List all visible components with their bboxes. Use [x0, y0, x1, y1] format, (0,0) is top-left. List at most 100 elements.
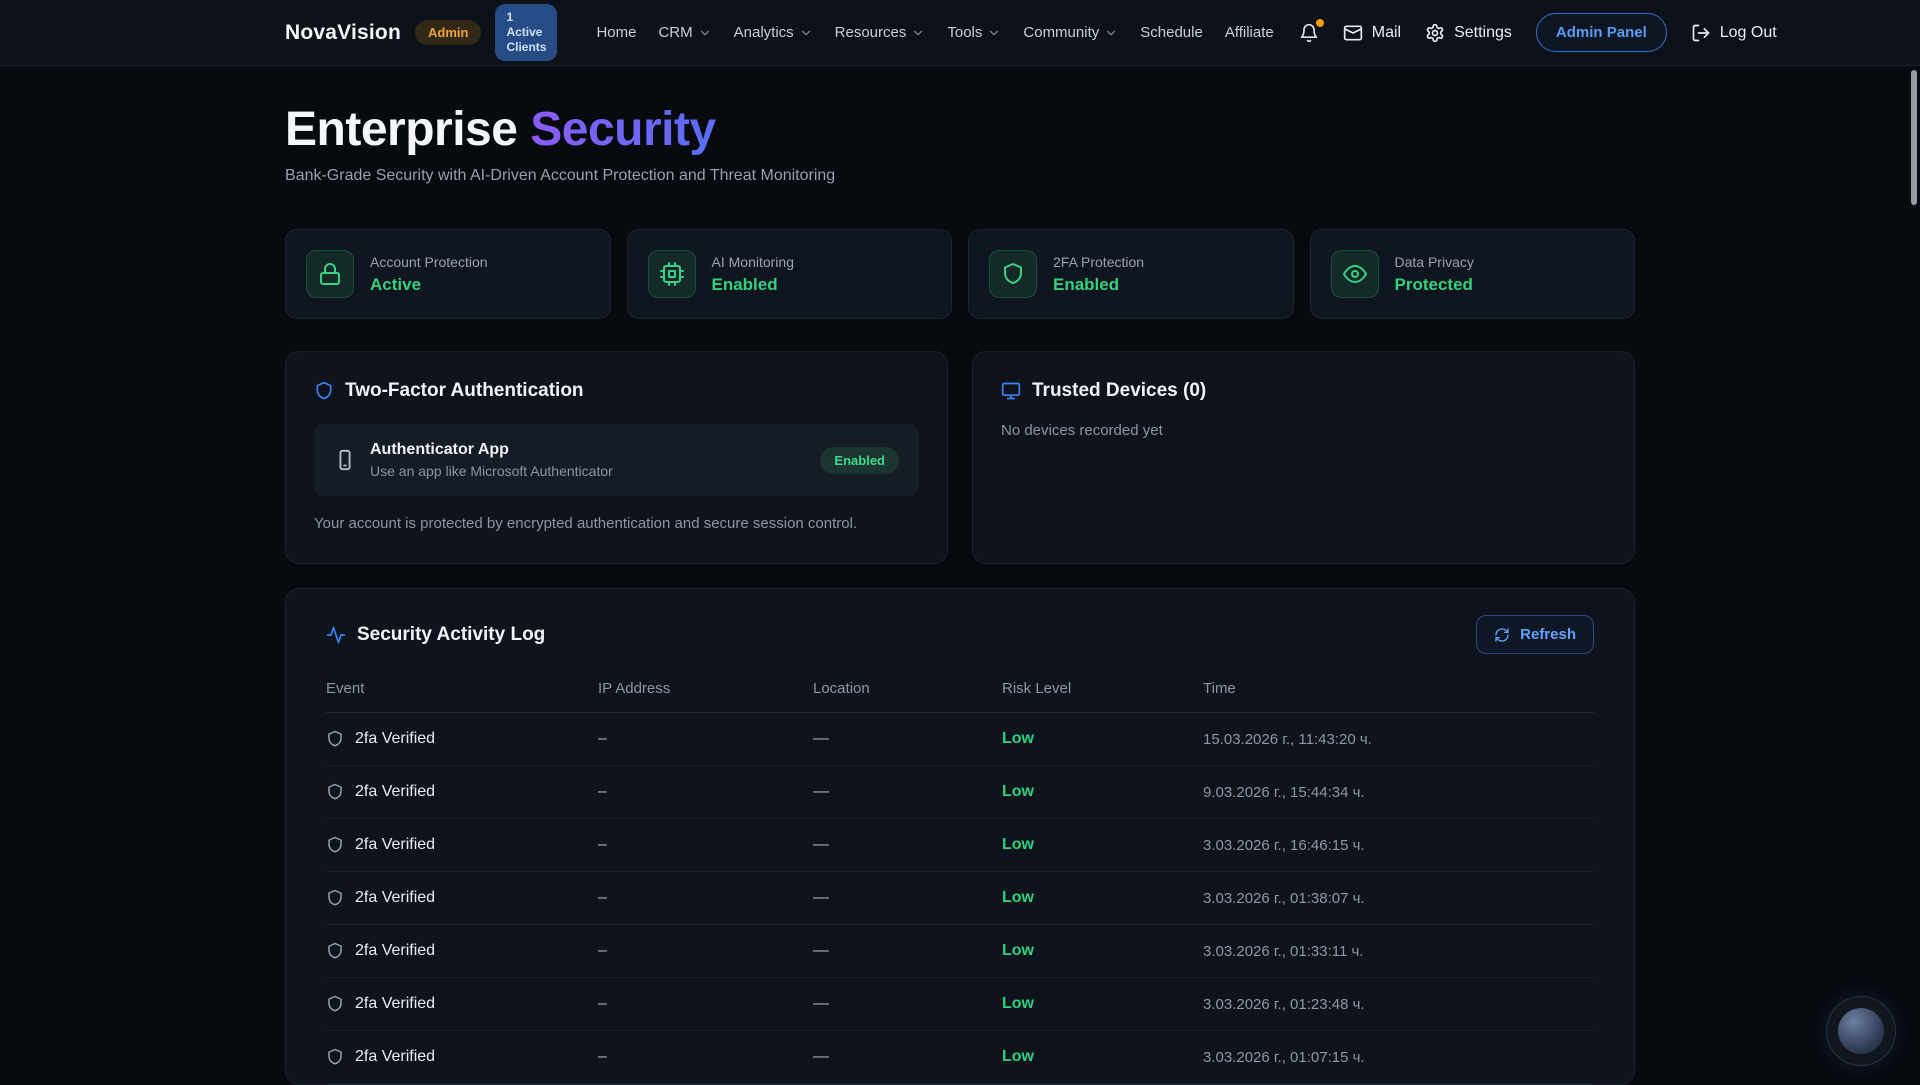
mail-icon [1343, 23, 1363, 43]
gear-icon [1425, 23, 1445, 43]
chevron-down-icon [987, 26, 1001, 40]
shield-icon [326, 783, 344, 801]
log-event: 2fa Verified [355, 889, 435, 907]
log-ip: – [598, 730, 813, 748]
log-risk: Low [1002, 995, 1203, 1013]
nav-item-analytics[interactable]: Analytics [723, 16, 824, 49]
nav-item-schedule[interactable]: Schedule [1129, 16, 1214, 49]
trusted-devices-empty-state: No devices recorded yet [1001, 422, 1606, 439]
status-label: 2FA Protection [1053, 254, 1144, 270]
status-label: Data Privacy [1395, 254, 1474, 270]
mail-button[interactable]: Mail [1343, 23, 1401, 43]
log-time: 3.03.2026 г., 16:46:15 ч. [1203, 837, 1594, 854]
log-risk: Low [1002, 889, 1203, 907]
log-risk: Low [1002, 730, 1203, 748]
column-header-event: Event [326, 680, 598, 697]
status-card-data-privacy: Data Privacy Protected [1310, 229, 1636, 319]
main-nav: Home CRM Analytics Resources Tools Commu… [585, 16, 1284, 49]
notification-dot [1316, 19, 1324, 27]
shield-icon [326, 836, 344, 854]
table-row: 2fa Verified – — Low 3.03.2026 г., 16:46… [326, 819, 1594, 872]
nav-item-community[interactable]: Community [1012, 16, 1129, 49]
table-row: 2fa Verified – — Low 3.03.2026 г., 01:38… [326, 872, 1594, 925]
authenticator-app-row: Authenticator App Use an app like Micros… [314, 424, 919, 496]
status-value: Protected [1395, 275, 1474, 295]
refresh-button[interactable]: Refresh [1476, 615, 1594, 654]
log-ip: – [598, 889, 813, 907]
status-value: Enabled [1053, 275, 1144, 295]
log-event: 2fa Verified [355, 942, 435, 960]
table-row: 2fa Verified – — Low 3.03.2026 г., 01:23… [326, 978, 1594, 1031]
nav-item-affiliate[interactable]: Affiliate [1214, 16, 1285, 49]
log-location: — [813, 1048, 1002, 1066]
log-time: 3.03.2026 г., 01:33:11 ч. [1203, 943, 1594, 960]
nav-item-tools[interactable]: Tools [936, 16, 1012, 49]
method-title: Authenticator App [370, 441, 613, 459]
log-time: 9.03.2026 г., 15:44:34 ч. [1203, 784, 1594, 801]
shield-icon [314, 381, 334, 401]
trusted-devices-panel: Trusted Devices (0) No devices recorded … [972, 351, 1635, 564]
shield-icon [326, 730, 344, 748]
refresh-icon [1494, 627, 1510, 643]
log-ip: – [598, 1048, 813, 1066]
status-card-ai-monitoring: AI Monitoring Enabled [627, 229, 953, 319]
nav-actions: Mail Settings Admin Panel Log Out [1299, 13, 1777, 52]
chevron-down-icon [1104, 26, 1118, 40]
two-factor-panel: Two-Factor Authentication Authenticator … [285, 351, 948, 564]
status-card-account-protection: Account Protection Active [285, 229, 611, 319]
log-ip: – [598, 995, 813, 1013]
log-event: 2fa Verified [355, 730, 435, 748]
table-row: 2fa Verified – — Low 3.03.2026 г., 01:07… [326, 1031, 1594, 1084]
chat-avatar [1838, 1008, 1884, 1054]
chat-widget-button[interactable] [1826, 996, 1896, 1066]
security-status-cards: Account Protection Active AI Monitoring … [285, 229, 1635, 319]
settings-button[interactable]: Settings [1425, 23, 1512, 43]
log-location: — [813, 783, 1002, 801]
page-title-accent: Security [530, 103, 715, 156]
security-activity-log-panel: Security Activity Log Refresh Event IP A… [285, 588, 1635, 1085]
status-label: AI Monitoring [712, 254, 794, 270]
status-label: Account Protection [370, 254, 488, 270]
brand-logo[interactable]: NovaVision [285, 21, 401, 45]
eye-icon [1343, 262, 1367, 286]
two-factor-title: Two-Factor Authentication [345, 380, 584, 402]
monitor-icon [1001, 381, 1021, 401]
log-ip: – [598, 783, 813, 801]
shield-icon [326, 1048, 344, 1066]
scrollbar-thumb[interactable] [1911, 70, 1917, 205]
logout-icon [1691, 23, 1711, 43]
trusted-devices-title: Trusted Devices (0) [1032, 380, 1206, 402]
log-ip: – [598, 836, 813, 854]
log-event: 2fa Verified [355, 1048, 435, 1066]
log-time: 3.03.2026 г., 01:38:07 ч. [1203, 890, 1594, 907]
enabled-badge: Enabled [820, 447, 899, 474]
log-risk: Low [1002, 942, 1203, 960]
table-row: 2fa Verified – — Low 3.03.2026 г., 01:33… [326, 925, 1594, 978]
shield-icon [326, 995, 344, 1013]
log-location: — [813, 836, 1002, 854]
bell-icon [1299, 23, 1319, 43]
log-event: 2fa Verified [355, 995, 435, 1013]
nav-item-resources[interactable]: Resources [824, 16, 937, 49]
log-location: — [813, 942, 1002, 960]
notifications-button[interactable] [1299, 23, 1319, 43]
log-risk: Low [1002, 836, 1203, 854]
admin-panel-button[interactable]: Admin Panel [1536, 13, 1667, 52]
log-time: 3.03.2026 г., 01:07:15 ч. [1203, 1049, 1594, 1066]
nav-item-home[interactable]: Home [585, 16, 647, 49]
top-navbar: NovaVision Admin 1 Active Clients Home C… [0, 0, 1920, 66]
column-header-time: Time [1203, 680, 1594, 697]
table-row: 2fa Verified – — Low 9.03.2026 г., 15:44… [326, 766, 1594, 819]
log-event: 2fa Verified [355, 836, 435, 854]
log-risk: Low [1002, 1048, 1203, 1066]
column-header-ip: IP Address [598, 680, 813, 697]
log-event: 2fa Verified [355, 783, 435, 801]
activity-log-table: Event IP Address Location Risk Level Tim… [326, 680, 1594, 1084]
nav-item-crm[interactable]: CRM [647, 16, 722, 49]
active-clients-badge: 1 Active Clients [495, 4, 557, 61]
log-time: 3.03.2026 г., 01:23:48 ч. [1203, 996, 1594, 1013]
activity-log-title: Security Activity Log [357, 624, 545, 646]
status-value: Enabled [712, 275, 794, 295]
chevron-down-icon [698, 26, 712, 40]
logout-button[interactable]: Log Out [1691, 23, 1777, 43]
